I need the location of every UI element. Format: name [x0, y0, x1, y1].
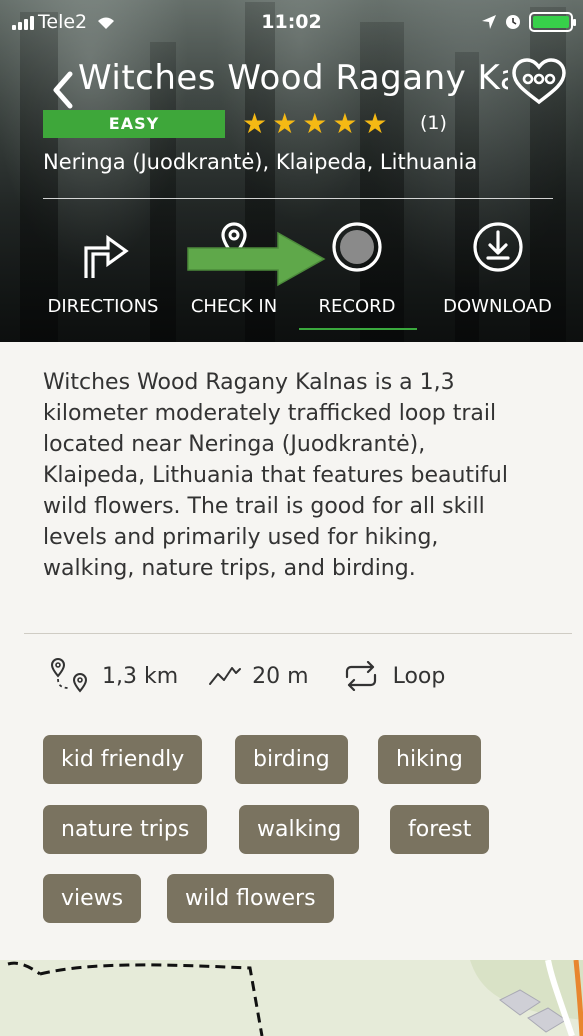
tag-birding[interactable]: birding	[235, 735, 348, 784]
save-to-list-heart-icon[interactable]	[510, 58, 568, 106]
distance-value: 1,3 km	[102, 663, 179, 689]
star-icon: ★	[302, 107, 328, 140]
trail-map[interactable]	[0, 960, 583, 1036]
tag-views[interactable]: views	[43, 874, 142, 923]
description-line: Witches Wood Ragany Kalnas is a 1,3	[43, 370, 455, 395]
elevation-value: 20 m	[252, 663, 309, 689]
star-icon: ★	[332, 107, 358, 140]
star-icon: ★	[272, 107, 298, 140]
description-line: kilometer moderately trafficked loop tra…	[43, 401, 497, 426]
download-label: DOWNLOAD	[443, 296, 552, 317]
directions-turn-icon	[84, 234, 129, 278]
status-bar: Tele2 11:02	[0, 0, 583, 44]
review-count[interactable]: (1)	[420, 112, 447, 134]
directions-button[interactable]: DIRECTIONS	[38, 214, 168, 334]
rating-stars: ★ ★ ★ ★ ★	[242, 108, 388, 140]
loop-arrows-icon	[345, 661, 376, 691]
difficulty-badge: EASY	[43, 110, 225, 138]
trail-location: Neringa (Juodkrantė), Klaipeda, Lithuani…	[43, 150, 478, 174]
alarm-icon	[506, 15, 520, 29]
star-icon: ★	[242, 107, 268, 140]
route-type-stat: Loop	[339, 661, 446, 691]
map-trail-route	[0, 960, 583, 1036]
tag-hiking[interactable]: hiking	[378, 735, 481, 784]
record-selected-indicator	[299, 328, 417, 330]
distance-route-icon	[50, 658, 88, 693]
description-line: located near Neringa (Juodkrantė),	[43, 432, 426, 457]
star-icon: ★	[362, 107, 388, 140]
elevation-gain-icon	[209, 667, 242, 685]
annotation-arrow-icon	[187, 231, 326, 287]
description-line: wild flowers. The trail is good for all …	[43, 494, 485, 519]
download-icon	[472, 222, 523, 272]
tag-forest[interactable]: forest	[390, 805, 490, 854]
route-type-value: Loop	[392, 663, 446, 689]
description-line: Klaipeda, Lithuania that features beauti…	[43, 463, 508, 488]
tag-nature-trips[interactable]: nature trips	[43, 805, 208, 854]
trail-stats: 1,3 km 20 m Loop	[48, 656, 475, 696]
elevation-stat: 20 m	[208, 663, 309, 689]
status-right-group	[481, 12, 576, 32]
trail-description: Witches Wood Ragany Kalnas is a 1,3 kilo…	[43, 367, 558, 584]
battery-icon	[529, 12, 576, 32]
tag-kid-friendly[interactable]: kid friendly	[43, 735, 203, 784]
download-button[interactable]: DOWNLOAD	[430, 214, 565, 334]
record-label: RECORD	[318, 296, 396, 317]
tag-walking[interactable]: walking	[239, 805, 360, 854]
description-line: walking, nature trips, and birding.	[43, 556, 416, 581]
trail-header: Tele2 11:02 Witches Wood Ragany Ka... EA…	[0, 0, 583, 342]
header-divider	[43, 198, 553, 199]
description-line: levels and primarily used for hiking,	[43, 525, 439, 550]
location-arrow-icon	[482, 15, 496, 29]
check-in-label: CHECK IN	[190, 296, 278, 317]
section-divider	[24, 633, 572, 634]
tag-wild-flowers[interactable]: wild flowers	[167, 874, 334, 923]
record-circle-icon	[332, 222, 382, 272]
directions-label: DIRECTIONS	[47, 296, 159, 317]
distance-stat: 1,3 km	[48, 658, 178, 694]
trail-title: Witches Wood Ragany Ka...	[78, 58, 508, 98]
back-chevron-icon[interactable]	[48, 70, 80, 110]
